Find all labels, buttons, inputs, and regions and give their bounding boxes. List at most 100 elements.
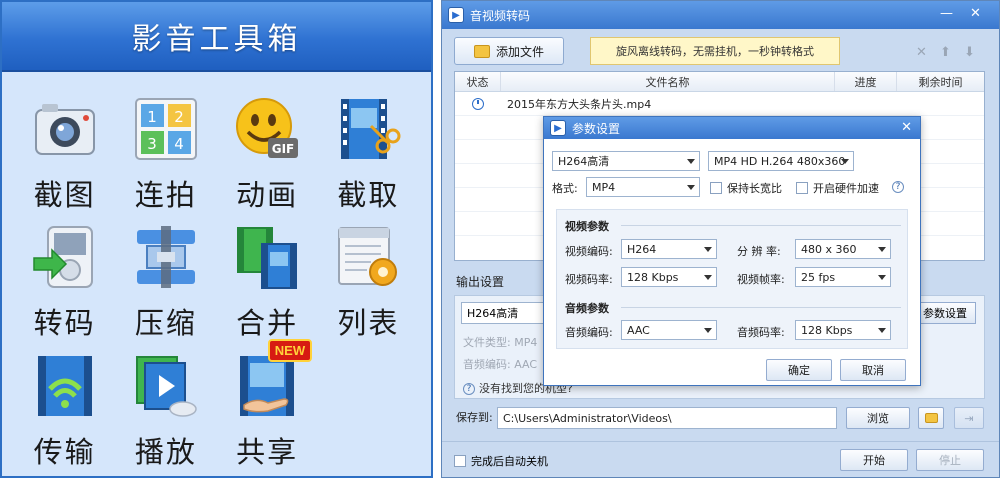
tool-clip[interactable]: 截取 (318, 88, 419, 216)
param-settings-dialog: ▶ 参数设置 ✕ H264高清 MP4 HD H.264 480x360 格式:… (543, 116, 921, 386)
converter-toolbar: 添加文件 旋风离线转码，无需挂机，一秒钟转格式 ✕ ⬆ ⬇ (454, 37, 987, 67)
tool-transfer[interactable]: 传输 (14, 345, 115, 473)
preset-value: H264高清 (558, 155, 610, 168)
camera-icon (32, 96, 98, 162)
tool-animation[interactable]: GIF 动画 (217, 88, 318, 216)
tool-burst[interactable]: 1234 连拍 (115, 88, 216, 216)
svg-text:2: 2 (174, 108, 184, 126)
converter-title: 音视频转码 (470, 8, 531, 23)
remove-icon[interactable]: ✕ (916, 45, 927, 60)
framerate-label: 视频帧率: (737, 273, 785, 286)
output-settings-label: 输出设置 (456, 275, 505, 289)
column-remaining[interactable]: 剩余时间 (897, 72, 984, 91)
progress-cell (835, 92, 897, 115)
hw-accel-checkbox[interactable] (796, 182, 808, 194)
chevron-down-icon (878, 275, 886, 280)
status-cell (455, 92, 501, 115)
chevron-down-icon (841, 159, 849, 164)
audio-section-title: 音频参数 (565, 302, 609, 315)
output-preset-select[interactable]: H264高清 (461, 302, 551, 324)
cancel-button[interactable]: 取消 (840, 359, 906, 381)
video-codec-label: 视频编码: (565, 245, 613, 258)
screenshot: 影音工具箱 截图 1234 连拍 GIF 动画 截取 转码 压缩 合并 列表 传… (0, 0, 1000, 478)
tool-label: 截图 (33, 178, 96, 212)
dialog-close-icon[interactable]: ✕ (901, 120, 912, 135)
keep-ratio-checkbox[interactable] (710, 182, 722, 194)
video-bitrate-value: 128 Kbps (627, 270, 679, 284)
tool-compress[interactable]: 压缩 (115, 216, 216, 344)
tool-share[interactable]: NEW 共享 (217, 338, 318, 473)
remaining-cell (897, 92, 984, 115)
auto-shutdown-option[interactable]: 完成后自动关机 (454, 453, 548, 469)
save-path-input[interactable]: C:\Users\Administrator\Videos\ (497, 407, 837, 429)
preset-select[interactable]: H264高清 (552, 151, 700, 171)
resolution-select[interactable]: 480 x 360 (795, 239, 891, 259)
column-name[interactable]: 文件名称 (501, 72, 835, 91)
tool-label: 共享 (236, 434, 299, 469)
file-list-header: 状态 文件名称 进度 剩余时间 (455, 72, 984, 92)
tool-merge[interactable]: 合并 (217, 216, 318, 344)
tool-transcode[interactable]: 转码 (14, 216, 115, 344)
file-type-value: MP4 (514, 336, 538, 349)
tool-grid: 截图 1234 连拍 GIF 动画 截取 转码 压缩 合并 列表 传输 播放 N… (14, 88, 419, 473)
tool-screenshot[interactable]: 截图 (14, 88, 115, 216)
video-bitrate-label: 视频码率: (565, 273, 613, 286)
help-icon[interactable]: ? (892, 181, 904, 193)
app-icon: ▶ (448, 7, 464, 23)
tool-play[interactable]: 播放 (115, 345, 216, 473)
open-folder-button[interactable] (918, 407, 944, 429)
param-settings-button[interactable]: 参数设置 (914, 302, 976, 324)
svg-text:GIF: GIF (272, 142, 295, 156)
start-button[interactable]: 开始 (840, 449, 908, 471)
file-type-label: 文件类型: (463, 336, 511, 349)
video-bitrate-select[interactable]: 128 Kbps (621, 267, 717, 287)
export-button[interactable]: ⇥ (954, 407, 984, 429)
column-status[interactable]: 状态 (455, 72, 501, 91)
ok-button[interactable]: 确定 (766, 359, 832, 381)
hw-accel-label: 开启硬件加速 (813, 182, 879, 195)
keep-ratio-option[interactable]: 保持长宽比 (710, 180, 782, 196)
move-down-icon[interactable]: ⬇ (964, 45, 975, 60)
move-up-icon[interactable]: ⬆ (940, 45, 951, 60)
browse-button[interactable]: 浏览 (846, 407, 910, 429)
save-to-label: 保存到: (456, 411, 493, 424)
offline-transcode-tip[interactable]: 旋风离线转码，无需挂机，一秒钟转格式 (590, 37, 840, 65)
close-icon[interactable]: ✕ (970, 6, 981, 21)
video-codec-value: H264 (627, 242, 657, 256)
profile-value: MP4 HD H.264 480x360 (714, 154, 846, 168)
add-file-label: 添加文件 (495, 44, 544, 59)
column-progress[interactable]: 进度 (835, 72, 897, 91)
hw-accel-option[interactable]: 开启硬件加速 (796, 180, 879, 196)
auto-shutdown-checkbox[interactable] (454, 455, 466, 467)
codec-params-group: 视频参数 视频编码: H264 分 辨 率: 480 x 360 视频码率: 1… (556, 209, 908, 349)
keep-ratio-label: 保持长宽比 (727, 182, 782, 195)
question-icon: ? (463, 383, 475, 395)
minimize-icon[interactable]: — (940, 6, 953, 21)
framerate-select[interactable]: 25 fps (795, 267, 891, 287)
wifi-film-icon (32, 353, 98, 419)
tool-label: 连拍 (134, 178, 197, 212)
stop-button[interactable]: 停止 (916, 449, 984, 471)
clock-icon (472, 97, 484, 110)
audio-codec-label: 音频编码: (565, 326, 613, 339)
media-toolbox: 影音工具箱 截图 1234 连拍 GIF 动画 截取 转码 压缩 合并 列表 传… (0, 0, 433, 478)
framerate-value: 25 fps (801, 270, 836, 284)
add-file-button[interactable]: 添加文件 (454, 37, 564, 65)
section-divider (621, 225, 901, 226)
profile-select[interactable]: MP4 HD H.264 480x360 (708, 151, 854, 171)
video-codec-select[interactable]: H264 (621, 239, 717, 259)
folder-icon (924, 413, 938, 423)
audio-codec-select[interactable]: AAC (621, 320, 717, 340)
tool-label: 列表 (337, 306, 400, 341)
audio-bitrate-select[interactable]: 128 Kbps (795, 320, 891, 340)
grid-photo-icon: 1234 (133, 96, 199, 162)
table-row[interactable]: 2015年东方大头条片头.mp4 (455, 92, 984, 116)
format-value: MP4 (592, 180, 616, 194)
format-select[interactable]: MP4 (586, 177, 700, 197)
chevron-down-icon (704, 328, 712, 333)
new-badge: NEW (267, 338, 313, 362)
tool-list[interactable]: 列表 (318, 216, 419, 344)
chevron-down-icon (704, 275, 712, 280)
tool-label: 合并 (236, 306, 299, 341)
chevron-down-icon (687, 185, 695, 190)
